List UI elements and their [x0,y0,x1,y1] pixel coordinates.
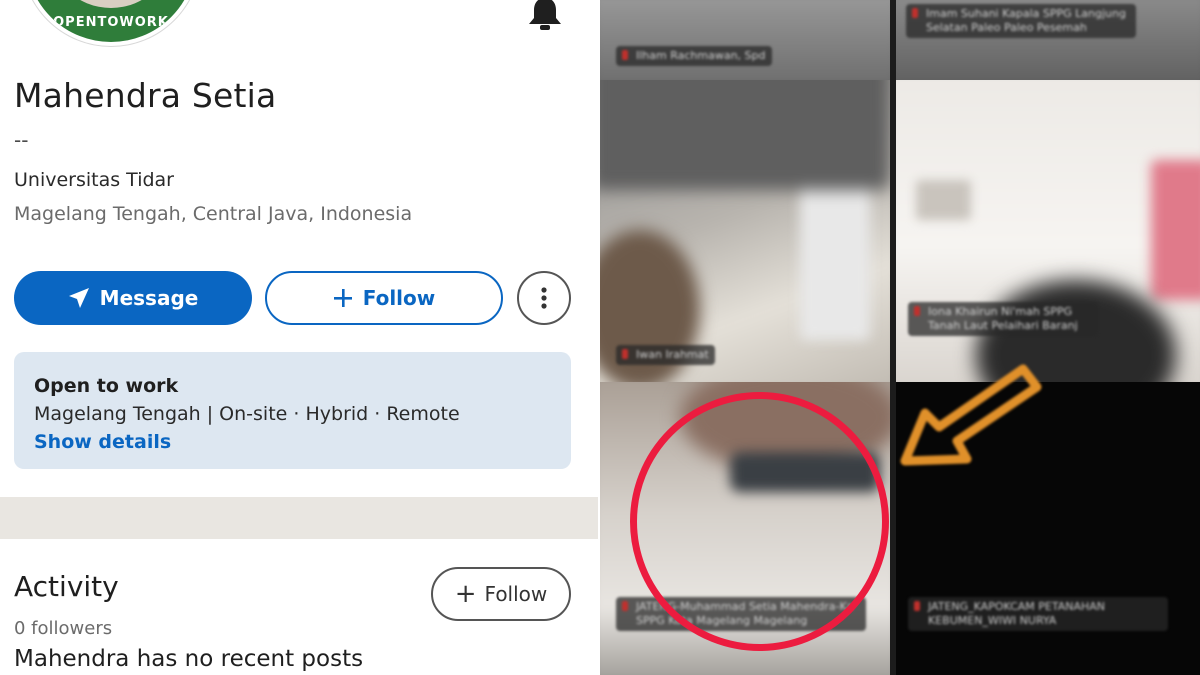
participant-label: Imam Suhani Kapala SPPG Langjung Selatan… [906,4,1136,38]
more-options-button[interactable] [517,271,571,325]
muted-mic-icon [622,50,628,60]
bell-icon[interactable] [526,0,564,30]
plus-icon [333,289,352,307]
activity-follow-label: Follow [484,582,548,606]
profile-school[interactable]: Universitas Tidar [14,169,174,191]
activity-title: Activity [14,570,119,603]
message-button-label: Message [99,286,199,310]
call-tile: Imam Suhani Kapala SPPG Langjung Selatan… [896,0,1200,80]
arrow-icon [900,364,1042,466]
activity-follow-button[interactable]: + Follow [431,567,571,621]
more-vertical-icon [541,287,547,309]
call-tile: Ilham Rachmawan, Spd [600,0,890,80]
open-to-work-title: Open to work [34,375,179,397]
profile-avatar[interactable]: OPENTOWORK [22,0,200,46]
send-icon [68,288,89,308]
no-posts-text: Mahendra has no recent posts [14,646,364,672]
profile-location: Magelang Tengah, Central Java, Indonesia [14,203,413,225]
call-tile: Iwan Irahmat [600,80,890,382]
muted-mic-icon [914,306,920,316]
follow-button-label: Follow [362,286,436,310]
profile-name: Mahendra Setia [14,76,277,115]
profile-panel: OPENTOWORK Mahendra Setia -- Universitas… [0,0,598,675]
plus-icon: + [454,579,477,609]
muted-mic-icon [914,601,920,611]
participant-label: Ilham Rachmawan, Spd [616,46,772,66]
section-divider [0,497,598,539]
open-to-work-detail: Magelang Tengah | On-site · Hybrid · Rem… [34,403,460,425]
open-to-work-card: Open to work Magelang Tengah | On-site ·… [14,352,571,469]
muted-mic-icon [912,8,918,18]
avatar-photo [48,0,174,8]
participant-label: JATENG_KAPOKCAM PETANAHAN KEBUMEN_WIWI N… [908,597,1168,631]
follow-button[interactable]: Follow [265,271,503,325]
message-button[interactable]: Message [14,271,252,325]
open-to-work-frame-text: OPENTOWORK [53,15,169,30]
call-tile: Iona Khairun Ni'mah SPPG Tanah Laut Pela… [896,80,1200,382]
highlight-circle [630,392,889,651]
profile-headline: -- [14,128,29,152]
muted-mic-icon [622,601,628,611]
followers-count: 0 followers [14,618,113,639]
show-details-link[interactable]: Show details [34,431,171,453]
muted-mic-icon [622,349,628,359]
participant-label: Iwan Irahmat [616,345,715,365]
participant-label: Iona Khairun Ni'mah SPPG Tanah Laut Pela… [908,302,1098,336]
